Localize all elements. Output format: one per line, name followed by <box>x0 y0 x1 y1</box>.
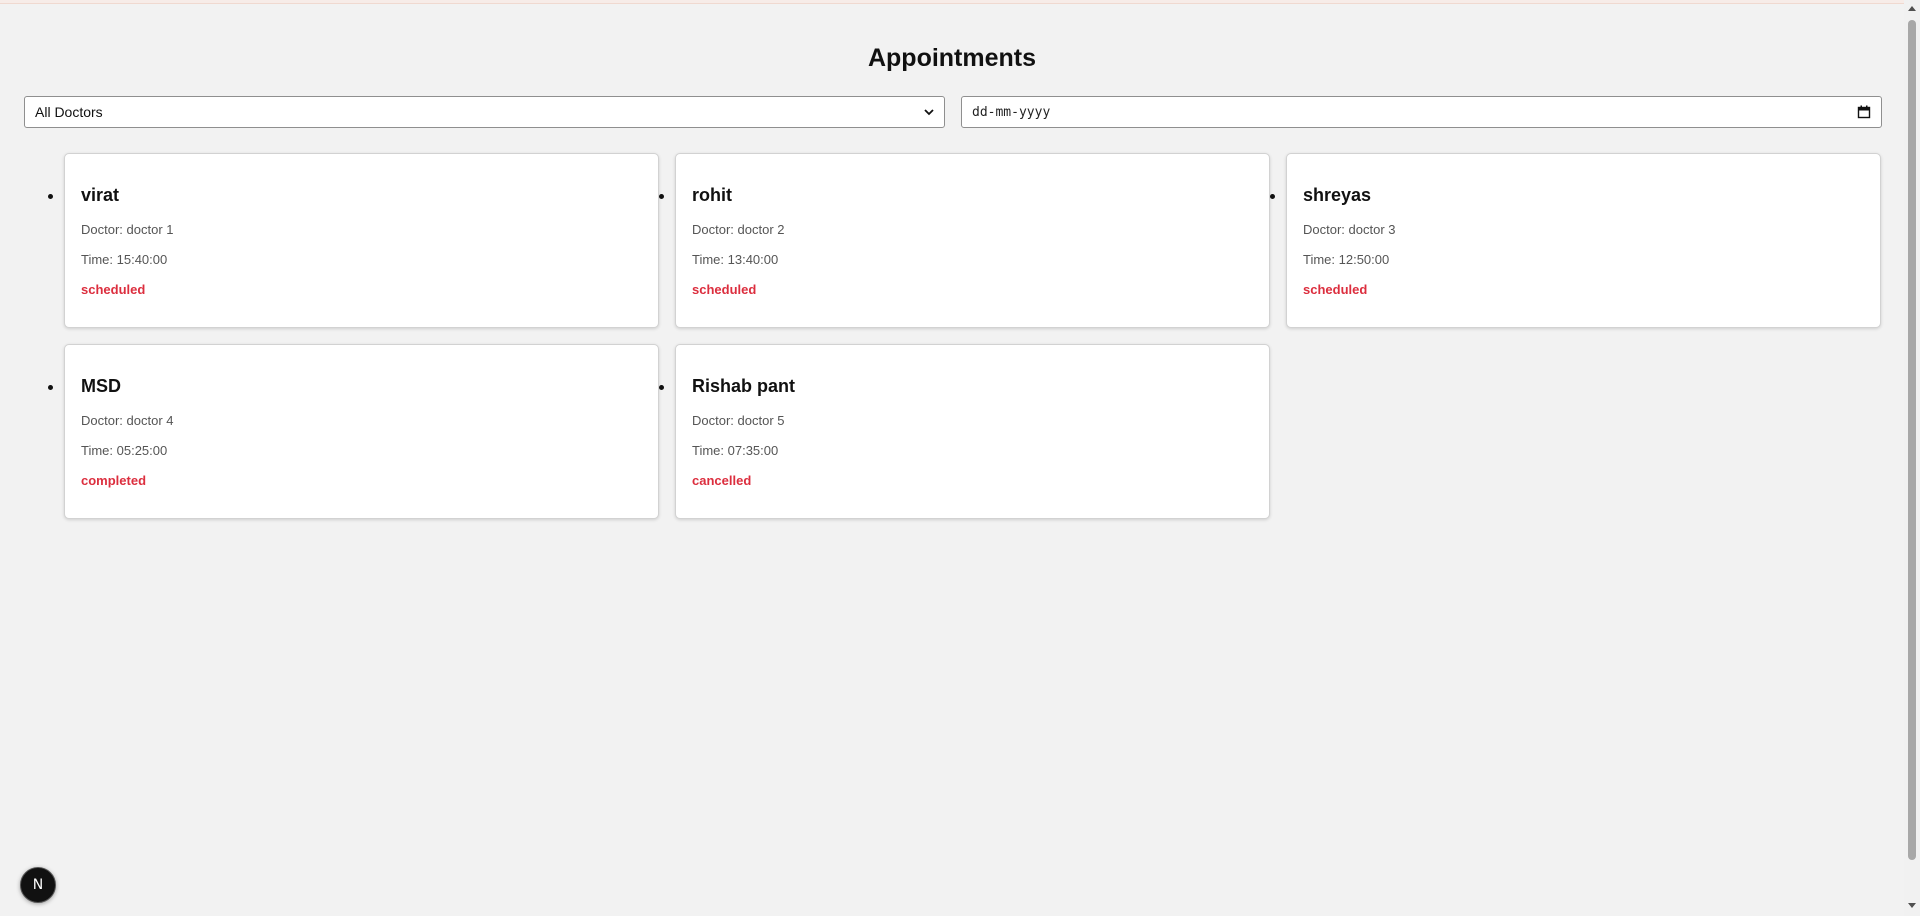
doctor-label: Doctor: doctor 2 <box>692 222 785 237</box>
doctor-filter-value: All Doctors <box>35 104 103 120</box>
nextjs-logo-icon: N <box>32 877 44 893</box>
time-label: Time: 07:35:00 <box>692 443 779 458</box>
page-title: Appointments <box>867 44 1037 72</box>
list-bullet <box>48 194 53 199</box>
list-bullet <box>48 385 53 390</box>
appointment-card: MSD Doctor: doctor 4 Time: 05:25:00 comp… <box>48 344 659 519</box>
doctor-label: Doctor: doctor 3 <box>1303 222 1396 237</box>
date-filter-input[interactable]: dd-mm-yyyy <box>961 96 1882 128</box>
scrollbar-thumb[interactable] <box>1908 20 1916 860</box>
status-label: completed <box>81 473 147 488</box>
appointments-page: Appointments All Doctors dd-mm-yyyy vira… <box>0 0 1904 916</box>
status-label: scheduled <box>692 282 757 297</box>
status-label: scheduled <box>1303 282 1368 297</box>
patient-name: rohit <box>692 185 732 205</box>
patient-name: virat <box>81 185 120 205</box>
patient-name: Rishab pant <box>692 376 796 396</box>
patient-name: shreyas <box>1303 185 1372 205</box>
scroll-down-arrow-icon[interactable] <box>1908 903 1916 908</box>
scroll-up-arrow-icon[interactable] <box>1908 6 1916 11</box>
appointment-list: virat Doctor: doctor 1 Time: 15:40:00 sc… <box>48 153 1882 519</box>
doctor-label: Doctor: doctor 5 <box>692 413 785 428</box>
list-bullet <box>659 385 664 390</box>
time-label: Time: 13:40:00 <box>692 252 779 267</box>
time-label: Time: 12:50:00 <box>1303 252 1390 267</box>
doctor-label: Doctor: doctor 1 <box>81 222 174 237</box>
nextjs-dev-badge[interactable]: N <box>20 867 56 903</box>
status-label: scheduled <box>81 282 146 297</box>
patient-name: MSD <box>81 376 121 396</box>
appointment-card: virat Doctor: doctor 1 Time: 15:40:00 sc… <box>48 153 659 328</box>
calendar-icon[interactable] <box>1857 105 1871 119</box>
chevron-down-icon <box>924 109 934 116</box>
doctor-filter-select[interactable]: All Doctors <box>24 96 945 128</box>
time-label: Time: 05:25:00 <box>81 443 168 458</box>
time-label: Time: 15:40:00 <box>81 252 168 267</box>
list-bullet <box>1270 194 1275 199</box>
appointment-card: shreyas Doctor: doctor 3 Time: 12:50:00 … <box>1270 153 1881 328</box>
status-label: cancelled <box>692 473 752 488</box>
appointment-card: Rishab pant Doctor: doctor 5 Time: 07:35… <box>659 344 1270 519</box>
list-bullet <box>659 194 664 199</box>
appointment-card: rohit Doctor: doctor 2 Time: 13:40:00 sc… <box>659 153 1270 328</box>
doctor-label: Doctor: doctor 4 <box>81 413 174 428</box>
page-scrollbar[interactable] <box>1904 0 1920 916</box>
date-filter-placeholder: dd-mm-yyyy <box>972 104 1051 120</box>
